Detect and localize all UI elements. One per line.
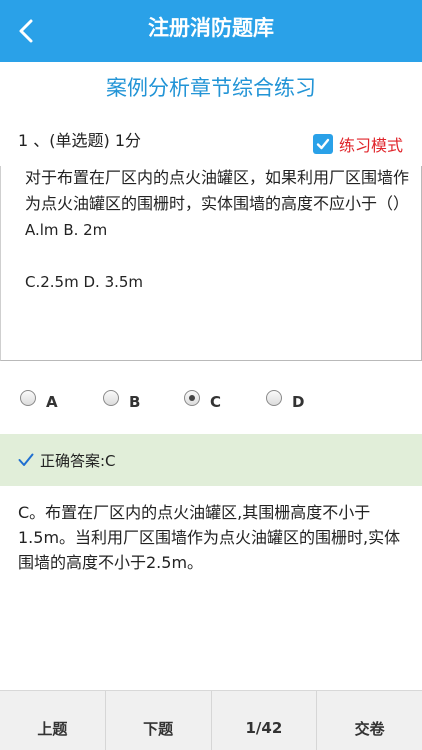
correct-answer-bar: 正确答案:C — [0, 434, 422, 486]
question-box: 对于布置在厂区内的点火油罐区，如果利用厂区围墙作为点火油罐区的围栅时，实体围墙的… — [0, 166, 422, 361]
question-options-line1: A.lm B. 2m — [25, 221, 108, 239]
radio-icon[interactable] — [266, 390, 282, 406]
radio-icon[interactable] — [103, 390, 119, 406]
practice-mode-label: 练习模式 — [339, 136, 404, 155]
choice-label: A — [46, 393, 58, 411]
question-counter: 1/42 — [212, 691, 318, 750]
section-title: 案例分析章节综合练习 — [106, 76, 316, 100]
choice-label: C — [210, 393, 222, 411]
practice-mode-toggle[interactable]: 练习模式 — [313, 131, 403, 157]
question-options-line2: C.2.5m D. 3.5m — [25, 273, 144, 291]
explanation-text: C。布置在厂区内的点火油罐区,其围栅高度不小于1.5m。当利用厂区围墙作为点火油… — [18, 503, 401, 572]
radio-selected-icon[interactable] — [184, 390, 200, 406]
next-question-button[interactable]: 下题 — [106, 691, 212, 750]
choice-label: D — [292, 393, 305, 411]
choice-b[interactable]: B — [103, 385, 140, 411]
footer-bar: 上题 下题 1/42 交卷 — [0, 690, 422, 750]
checkmark-icon — [18, 453, 34, 466]
choice-d[interactable]: D — [266, 385, 304, 411]
submit-exam-button[interactable]: 交卷 — [317, 691, 422, 750]
choice-label: B — [129, 393, 141, 411]
question-meta: 1 、(单选题) 1分 — [18, 131, 142, 150]
header-bar: 注册消防题库 — [0, 0, 422, 62]
checkbox-checked-icon[interactable] — [313, 134, 333, 154]
answer-choices: A B C D — [0, 385, 422, 417]
correct-answer-text: 正确答案:C — [40, 451, 116, 470]
choice-a[interactable]: A — [20, 385, 58, 411]
choice-c[interactable]: C — [184, 385, 221, 411]
question-text: 对于布置在厂区内的点火油罐区，如果利用厂区围墙作为点火油罐区的围栅时，实体围墙的… — [25, 168, 410, 213]
radio-icon[interactable] — [20, 390, 36, 406]
prev-question-button[interactable]: 上题 — [0, 691, 106, 750]
page-title: 注册消防题库 — [148, 16, 274, 40]
